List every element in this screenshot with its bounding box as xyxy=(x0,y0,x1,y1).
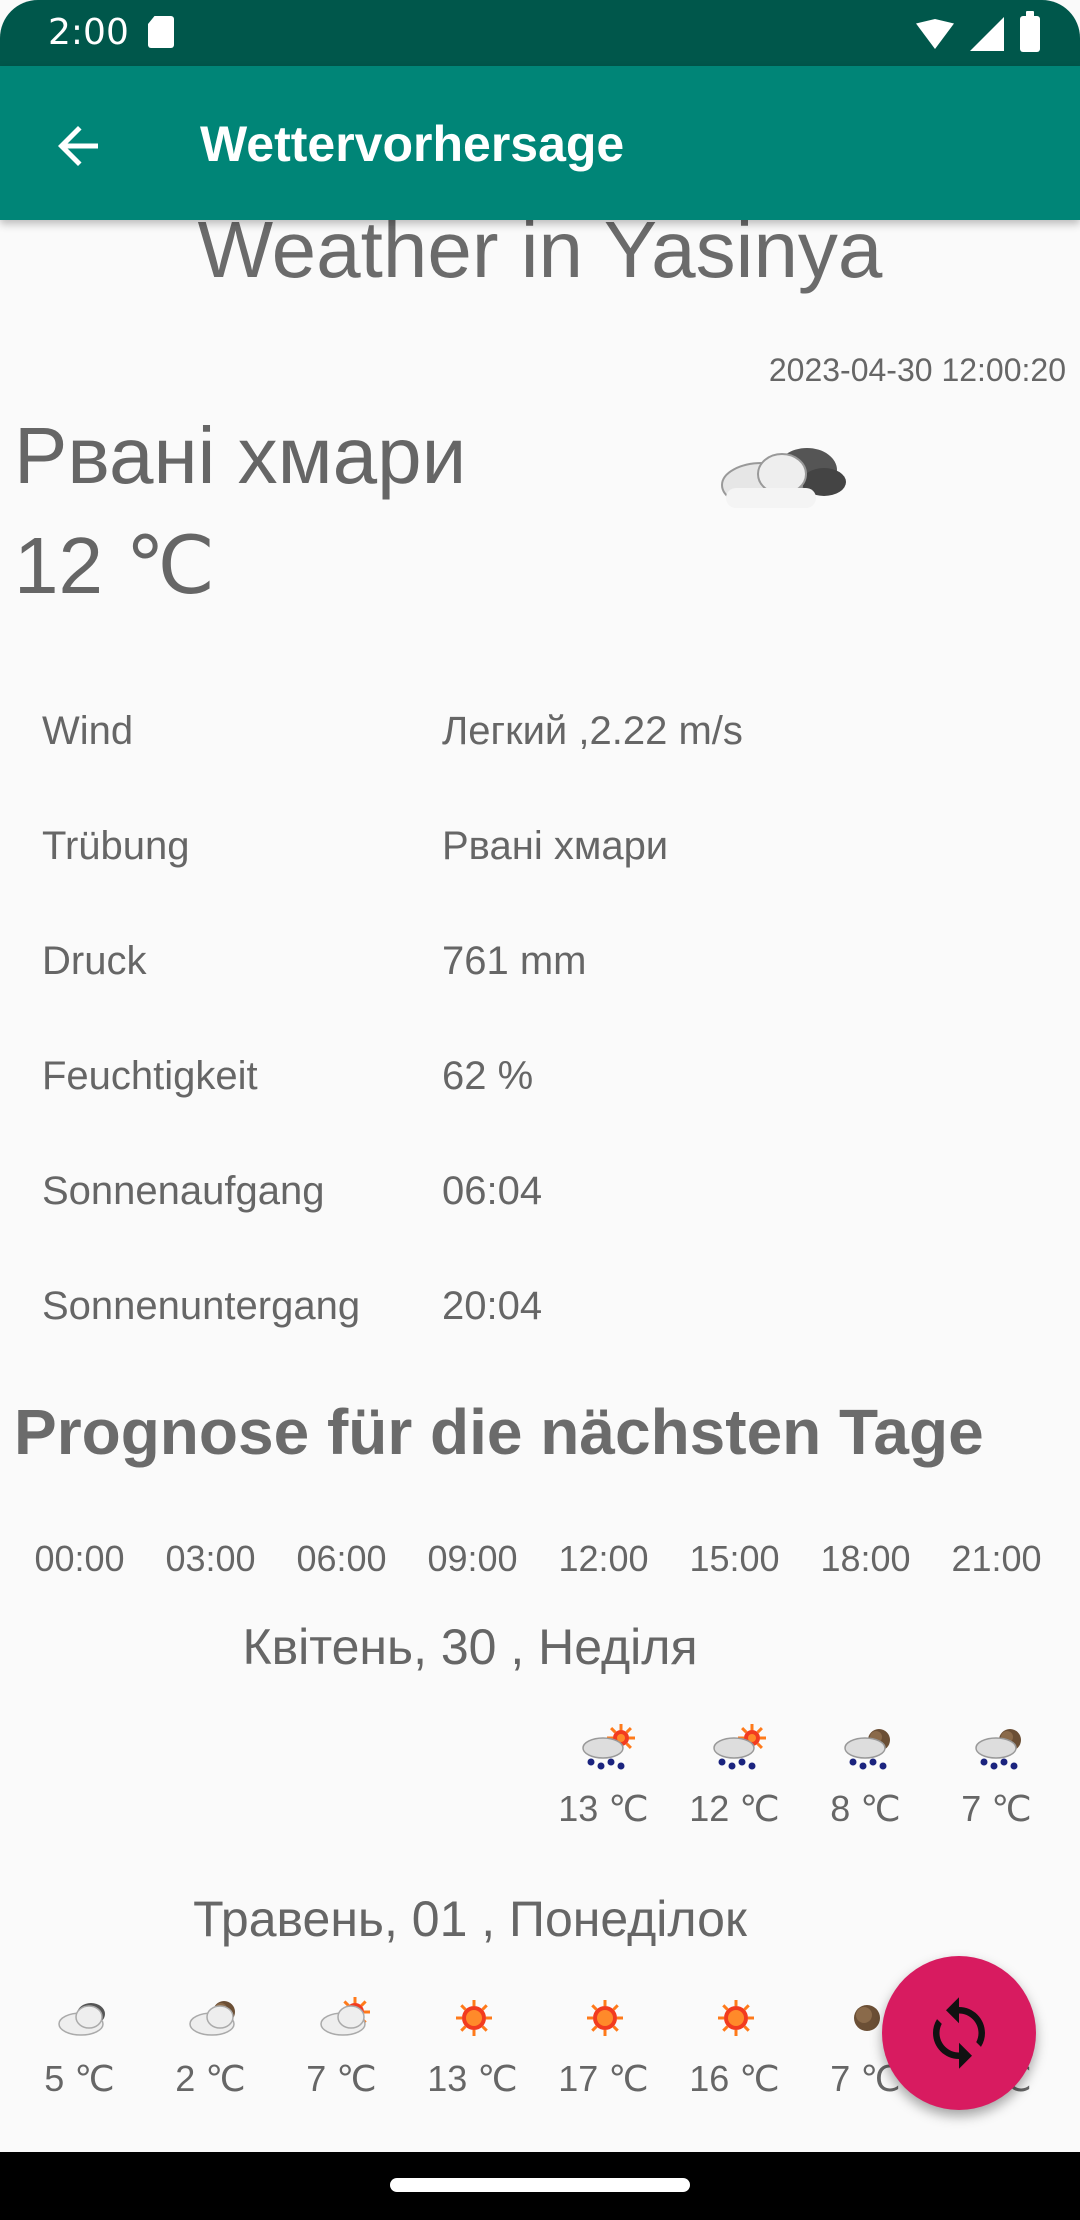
rain-night-icon xyxy=(844,1729,890,1770)
rain-sun-icon xyxy=(713,1724,766,1770)
hour-label: 09:00 xyxy=(427,1538,518,1579)
forecast-slot: 7 ℃ xyxy=(276,1990,407,2120)
cloud-sun-icon xyxy=(320,1997,370,2036)
detail-label: Sonnenuntergang xyxy=(42,1284,361,1328)
detail-row: Trübung Рвані хмари xyxy=(0,788,1080,903)
current-temperature: 12 ℃ xyxy=(14,521,216,610)
home-gesture-pill[interactable] xyxy=(390,2178,690,2192)
refresh-icon xyxy=(933,1997,985,2069)
detail-value: 62 % xyxy=(442,1054,534,1098)
forecast-temperature: 5 ℃ xyxy=(44,2058,115,2099)
forecast-slot: 16 ℃ xyxy=(669,1990,800,2120)
detail-row: Druck 761 mm xyxy=(0,903,1080,1018)
detail-label: Trübung xyxy=(42,824,190,868)
detail-value: 761 mm xyxy=(442,939,587,983)
forecast-temperature: 8 ℃ xyxy=(830,1788,901,1829)
sun-icon xyxy=(456,2000,492,2036)
weather-details: Wind Легкий ,2.22 m/s Trübung Рвані хмари Dr… xyxy=(0,673,1080,1363)
forecast-slot: 13 ℃ xyxy=(538,1720,669,1850)
forecast-title: Prognose für die nächsten Tage xyxy=(14,1396,984,1468)
forecast-temperature: 13 ℃ xyxy=(558,1788,649,1829)
app-bar: Wettervorhersage xyxy=(0,66,1080,220)
forecast-temperature: 7 ℃ xyxy=(961,1788,1032,1829)
detail-label: Sonnenaufgang xyxy=(42,1169,325,1213)
detail-value: 20:04 xyxy=(442,1284,543,1328)
current-description: Рвані хмари xyxy=(14,411,467,500)
rain-sun-icon xyxy=(582,1724,635,1770)
back-arrow-icon[interactable] xyxy=(48,116,108,176)
forecast-slot: 13 ℃ xyxy=(407,1990,538,2120)
day-forecast-row: 13 ℃ 12 ℃ 8 ℃ 7 ℃ xyxy=(14,1720,1066,1850)
forecast-slot: 7 ℃ xyxy=(931,1720,1062,1850)
detail-value: Легкий ,2.22 m/s xyxy=(442,709,743,753)
rain-night-icon xyxy=(975,1729,1021,1770)
hour-label: 06:00 xyxy=(296,1538,387,1579)
forecast-hours-header: 00:00 03:00 06:00 09:00 12:00 15:00 18:00 21:00 xyxy=(14,1538,1066,1580)
hour-label: 12:00 xyxy=(558,1538,649,1579)
forecast-slot: 12 ℃ xyxy=(669,1720,800,1850)
sd-card-icon xyxy=(148,16,174,48)
forecast-slot: 17 ℃ xyxy=(538,1990,669,2120)
forecast-slot: 8 ℃ xyxy=(800,1720,931,1850)
detail-label: Wind xyxy=(42,709,134,753)
detail-row: Feuchtigkeit 62 % xyxy=(0,1018,1080,1133)
forecast-temperature: 16 ℃ xyxy=(689,2058,780,2099)
forecast-temperature: 2 ℃ xyxy=(175,2058,246,2099)
hour-label: 00:00 xyxy=(34,1538,125,1579)
battery-icon xyxy=(1020,11,1040,52)
app-title: Wettervorhersage xyxy=(200,116,625,172)
navigation-bar xyxy=(0,2152,1080,2220)
forecast-slot xyxy=(407,1720,538,1850)
hour-label: 18:00 xyxy=(820,1538,911,1579)
status-bar: 2:00 xyxy=(0,0,1080,66)
forecast-slot: 2 ℃ xyxy=(145,1990,276,2120)
detail-value: Рвані хмари xyxy=(442,824,669,868)
status-time: 2:00 xyxy=(48,12,129,53)
detail-row: Wind Легкий ,2.22 m/s xyxy=(0,673,1080,788)
detail-row: Sonnenaufgang 06:04 xyxy=(0,1133,1080,1248)
cloud-night-icon xyxy=(189,2001,235,2036)
detail-label: Druck xyxy=(42,939,147,983)
forecast-slot xyxy=(276,1720,407,1850)
update-timestamp: 2023-04-30 12:00:20 xyxy=(768,352,1066,388)
broken-clouds-icon xyxy=(58,2003,105,2036)
wifi-icon xyxy=(916,19,954,49)
forecast-slot xyxy=(145,1720,276,1850)
day-title: Квітень, 30 , Неділя xyxy=(242,1619,698,1675)
forecast-slot xyxy=(14,1720,145,1850)
detail-row: Sonnenuntergang 20:04 xyxy=(0,1248,1080,1363)
sun-icon xyxy=(587,2000,623,2036)
forecast-temperature: 7 ℃ xyxy=(306,2058,377,2099)
status-icons xyxy=(916,11,1040,54)
hour-label: 15:00 xyxy=(689,1538,780,1579)
forecast-temperature: 13 ℃ xyxy=(427,2058,518,2099)
hour-label: 03:00 xyxy=(165,1538,256,1579)
forecast-temperature: 12 ℃ xyxy=(689,1788,780,1829)
broken-clouds-icon xyxy=(721,448,846,508)
day-title: Травень, 01 , Понеділок xyxy=(193,1891,747,1947)
sun-icon xyxy=(718,2000,754,2036)
detail-value: 06:04 xyxy=(442,1169,543,1213)
forecast-temperature: 17 ℃ xyxy=(558,2058,649,2099)
forecast-slot: 5 ℃ xyxy=(14,1990,145,2120)
signal-icon xyxy=(970,17,1004,51)
detail-label: Feuchtigkeit xyxy=(42,1054,258,1098)
hour-label: 21:00 xyxy=(951,1538,1042,1579)
refresh-button[interactable] xyxy=(882,1956,1036,2110)
